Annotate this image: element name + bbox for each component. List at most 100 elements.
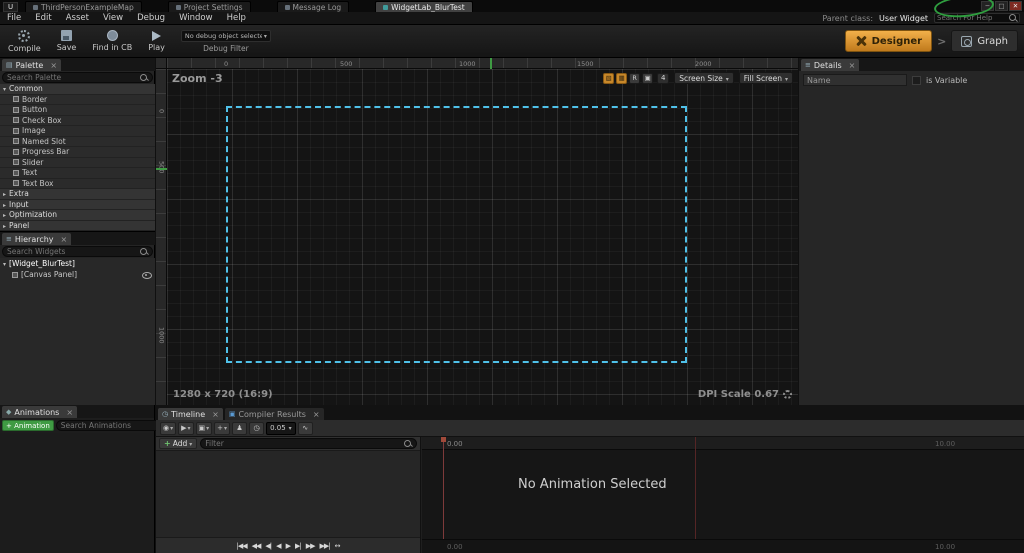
- expander-closed-icon[interactable]: [3, 221, 6, 230]
- minimize-button[interactable]: ─: [981, 1, 994, 11]
- snap-time-button[interactable]: ◷: [249, 421, 265, 435]
- view-options-button[interactable]: ◉: [160, 421, 177, 435]
- compile-button[interactable]: Compile: [0, 25, 49, 57]
- expander-closed-icon[interactable]: [3, 189, 6, 198]
- playback-options-button[interactable]: ▶: [178, 421, 194, 435]
- menu-edit[interactable]: Edit: [28, 13, 58, 23]
- doc-tab-thirdpersonexamplemap[interactable]: ThirdPersonExampleMap: [25, 1, 142, 12]
- close-icon[interactable]: [46, 61, 57, 70]
- is-variable-checkbox[interactable]: [912, 75, 921, 85]
- debug-object-dropdown[interactable]: No debug object selected: [180, 29, 271, 42]
- help-search-input[interactable]: [937, 14, 1009, 22]
- close-icon[interactable]: [845, 61, 856, 70]
- canvas-panel-selection-outline[interactable]: [226, 106, 687, 363]
- track-filter-box[interactable]: [200, 438, 417, 449]
- palette-search-input[interactable]: [7, 73, 140, 82]
- menu-window[interactable]: Window: [172, 13, 220, 23]
- dpi-settings-gear-icon[interactable]: [783, 390, 792, 399]
- palette-category-panel[interactable]: Panel: [0, 220, 155, 231]
- prev-key-button[interactable]: ◀|: [265, 542, 272, 550]
- select-edit-options-button[interactable]: ▣: [195, 421, 213, 435]
- close-icon[interactable]: [309, 410, 320, 419]
- hierarchy-search-box[interactable]: [2, 246, 153, 257]
- close-button[interactable]: ✕: [1009, 1, 1022, 11]
- expander-closed-icon[interactable]: [3, 210, 6, 219]
- palette-item-button[interactable]: Button: [0, 105, 155, 116]
- next-key-button[interactable]: ▶|: [295, 542, 302, 550]
- timeline-ruler-top[interactable]: 0.00 10.00: [422, 437, 1024, 450]
- palette-category-extra[interactable]: Extra: [0, 189, 155, 200]
- timeline-ruler-bottom[interactable]: 0.00 10.00: [422, 539, 1024, 553]
- find-in-cb-button[interactable]: Find in CB: [84, 25, 140, 57]
- fill-screen-dropdown[interactable]: Fill Screen: [738, 72, 793, 84]
- close-icon[interactable]: [57, 235, 68, 244]
- hierarchy-root-widget[interactable]: [Widget_BlurTest]: [0, 258, 155, 269]
- track-filter-input[interactable]: [205, 439, 404, 448]
- play-button[interactable]: Play: [140, 25, 173, 57]
- timeline-tab[interactable]: Timeline: [158, 408, 223, 420]
- designer-canvas[interactable]: Zoom -3 ▧ ▦ R ▣ 4 Screen Size Fill Scree…: [167, 69, 798, 405]
- menu-view[interactable]: View: [96, 13, 130, 23]
- menu-help[interactable]: Help: [220, 13, 253, 23]
- palette-item-slider[interactable]: Slider: [0, 157, 155, 168]
- curve-editor-button[interactable]: ∿: [297, 421, 313, 435]
- step-forward-button[interactable]: ▶▶: [306, 542, 316, 550]
- palette-item-text[interactable]: Text: [0, 168, 155, 179]
- snap-interval-select[interactable]: 0.05: [266, 421, 296, 435]
- hierarchy-tab[interactable]: Hierarchy: [2, 233, 72, 245]
- palette-item-progress-bar[interactable]: Progress Bar: [0, 147, 155, 158]
- jump-to-start-button[interactable]: |◀◀: [237, 542, 248, 550]
- palette-item-check-box[interactable]: Check Box: [0, 115, 155, 126]
- hierarchy-search-input[interactable]: [7, 247, 140, 256]
- grid-snap-value[interactable]: 4: [657, 72, 670, 84]
- play-reverse-button[interactable]: ◀: [276, 542, 281, 550]
- localization-preview-button[interactable]: ▧: [603, 72, 615, 84]
- animations-search-box[interactable]: [55, 420, 163, 431]
- respect-locks-button[interactable]: R: [629, 72, 641, 84]
- save-button[interactable]: Save: [49, 25, 85, 57]
- hierarchy-canvas-panel[interactable]: [Canvas Panel]: [0, 269, 155, 280]
- animations-search-input[interactable]: [60, 421, 158, 430]
- graph-mode-button[interactable]: Graph: [951, 30, 1018, 52]
- flow-direction-button[interactable]: ▦: [616, 72, 628, 84]
- playback-range-end-line[interactable]: [695, 437, 696, 553]
- palette-item-image[interactable]: Image: [0, 126, 155, 137]
- timeline-track-area[interactable]: 0.00 10.00 No Animation Selected 0.00 10…: [422, 437, 1024, 553]
- details-tab[interactable]: Details: [801, 59, 860, 71]
- playhead-line[interactable]: [443, 437, 444, 553]
- step-back-button[interactable]: ◀◀: [252, 542, 262, 550]
- palette-category-input[interactable]: Input: [0, 199, 155, 210]
- menu-debug[interactable]: Debug: [130, 13, 172, 23]
- expander-closed-icon[interactable]: [3, 200, 6, 209]
- expander-open-icon[interactable]: [3, 84, 6, 93]
- visibility-eye-icon[interactable]: [142, 270, 152, 279]
- add-animation-button[interactable]: + Animation: [2, 420, 54, 431]
- palette-search-box[interactable]: [2, 72, 153, 83]
- loop-toggle-button[interactable]: ↔: [335, 542, 341, 550]
- parent-class-link[interactable]: User Widget: [879, 14, 928, 23]
- menu-file[interactable]: File: [0, 13, 28, 23]
- doc-tab-widgetlab-blurtest[interactable]: WidgetLab_BlurTest: [375, 1, 473, 12]
- palette-item-border[interactable]: Border: [0, 94, 155, 105]
- doc-tab-message-log[interactable]: Message Log: [276, 1, 350, 12]
- auto-key-toggle-button[interactable]: ♟: [232, 421, 248, 435]
- palette-tab[interactable]: Palette: [2, 59, 62, 71]
- playhead-handle[interactable]: [441, 437, 446, 442]
- close-icon[interactable]: [62, 408, 73, 417]
- help-search-box[interactable]: [934, 13, 1020, 23]
- palette-category-optimization[interactable]: Optimization: [0, 210, 155, 221]
- screen-size-dropdown[interactable]: Screen Size: [674, 72, 734, 84]
- palette-category-common[interactable]: Common: [0, 84, 155, 95]
- expander-open-icon[interactable]: [3, 259, 6, 268]
- animations-tab[interactable]: Animations: [2, 406, 78, 418]
- add-track-button[interactable]: Add: [159, 438, 198, 449]
- maximize-button[interactable]: □: [995, 1, 1008, 11]
- palette-item-text-box[interactable]: Text Box: [0, 178, 155, 189]
- name-field[interactable]: Name: [803, 74, 907, 86]
- play-forward-button[interactable]: ▶: [286, 542, 291, 550]
- designer-mode-button[interactable]: Designer: [844, 30, 933, 52]
- close-icon[interactable]: [208, 410, 219, 419]
- doc-tab-project-settings[interactable]: Project Settings: [167, 1, 251, 12]
- key-all-options-button[interactable]: +: [214, 421, 231, 435]
- jump-to-end-button[interactable]: ▶▶|: [319, 542, 330, 550]
